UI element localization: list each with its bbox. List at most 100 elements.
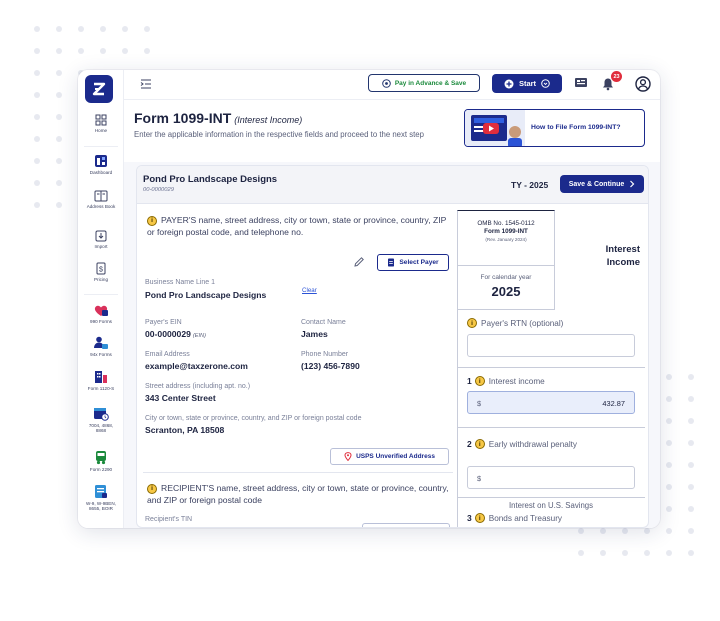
how-to-video-link[interactable]: How to File Form 1099-INT?	[464, 109, 645, 147]
calendar-year-box: For calendar year 2025	[457, 266, 555, 310]
decorative-dot	[600, 550, 606, 556]
box-2-heading: 2 i Early withdrawal penalty	[467, 439, 577, 449]
decorative-dot	[56, 92, 62, 98]
decorative-dot	[34, 180, 40, 186]
decorative-dot	[622, 550, 628, 556]
decorative-dot	[56, 70, 62, 76]
decorative-dot	[666, 374, 672, 380]
payer-ein-subheading: 00-0000029	[143, 187, 174, 193]
decorative-dot	[122, 48, 128, 54]
form-boxes-panel: OMB No. 1545-0112 Form 1099-INT (Rev. Ja…	[457, 210, 645, 527]
info-icon[interactable]: i	[474, 439, 485, 449]
start-button[interactable]: Start	[492, 74, 562, 93]
box-1-label: Interest income	[488, 376, 545, 386]
sidebar-item-label: 990 Forms	[90, 319, 112, 324]
select-payer-label: Select Payer	[399, 259, 439, 266]
ein-tag: (EIN)	[192, 333, 206, 339]
top-bar: Pay in Advance & Save Start 23	[124, 70, 660, 100]
page-description: Enter the applicable information in the …	[134, 130, 424, 139]
info-icon[interactable]: i	[474, 513, 485, 523]
decorative-dot	[56, 26, 62, 32]
sidebar-item-label: Dashboard	[89, 170, 113, 175]
sidebar-item-address-book[interactable]: Address Book	[78, 190, 124, 209]
taxzerone-logo[interactable]	[85, 75, 113, 103]
chevron-right-icon	[630, 180, 635, 188]
pay-in-advance-label: Pay in Advance & Save	[394, 79, 467, 87]
decorative-dot	[34, 114, 40, 120]
sidebar-item-home[interactable]: Home	[78, 114, 124, 133]
save-continue-button[interactable]: Save & Continue	[560, 175, 644, 193]
sidebar-item-label: Pricing	[93, 277, 109, 282]
box-1-heading: 1 i Interest income	[467, 376, 545, 386]
decorative-dot	[666, 484, 672, 490]
email-label: Email Address	[145, 351, 190, 358]
form-card-header: Pond Pro Landscape Designs 00-0000029 TY…	[137, 166, 648, 204]
clear-link[interactable]: Clear	[302, 287, 317, 294]
decorative-dot	[34, 202, 40, 208]
calendar-year-label: For calendar year	[480, 274, 532, 281]
decorative-dot	[644, 528, 650, 534]
interest-income-title: Interest Income	[605, 244, 640, 268]
payer-rtn-input[interactable]	[467, 334, 635, 357]
city-value[interactable]: Scranton, PA 18508	[145, 425, 224, 435]
sidebar-item-import[interactable]: Import	[78, 230, 124, 249]
usps-unverified-address-button[interactable]: USPS Unverified Address	[330, 448, 449, 465]
page-title: Form 1099-INT (Interest Income)	[134, 110, 302, 126]
phone-value[interactable]: (123) 456-7890	[301, 361, 360, 371]
info-icon[interactable]: i	[467, 318, 477, 328]
sidebar-item-extension-forms[interactable]: 7004, 4868, 8868	[78, 406, 124, 434]
info-icon[interactable]: i	[474, 376, 485, 386]
omb-form-name: Form 1099-INT	[484, 228, 528, 235]
decorative-dot	[688, 462, 694, 468]
payer-ein-text: 00-0000029	[145, 329, 191, 339]
payer-section-label: PAYER'S name, street address, city or to…	[147, 215, 447, 237]
pay-in-advance-button[interactable]: Pay in Advance & Save	[368, 74, 480, 92]
email-value[interactable]: example@taxzerone.com	[145, 361, 248, 371]
box-3-heading: 3 i Bonds and Treasury	[467, 513, 562, 523]
video-thumbnail	[465, 110, 525, 146]
start-label: Start	[518, 79, 537, 88]
info-icon[interactable]: i	[147, 483, 157, 494]
payer-ein-value[interactable]: 00-0000029 (EIN)	[145, 329, 206, 339]
early-withdrawal-input[interactable]: $	[467, 466, 635, 489]
form-2290-icon	[96, 451, 106, 465]
990-forms-icon	[94, 305, 108, 316]
collapse-menu-icon[interactable]	[140, 79, 152, 89]
street-value[interactable]: 343 Center Street	[145, 393, 216, 403]
decorative-dot	[34, 158, 40, 164]
info-icon[interactable]: i	[147, 215, 157, 226]
decorative-dot	[666, 440, 672, 446]
pencil-edit-icon[interactable]	[353, 256, 365, 268]
sidebar-item-w9-forms[interactable]: W-9, W-9BEN, 8655, BOIR	[78, 484, 124, 512]
decorative-dot	[144, 48, 150, 54]
page-header: Form 1099-INT (Interest Income) Enter the…	[124, 101, 660, 162]
chat-icon[interactable]	[574, 77, 588, 90]
business-name-value[interactable]: Pond Pro Landscape Designs	[145, 290, 266, 300]
decorative-dot	[666, 418, 672, 424]
decorative-dot	[688, 418, 694, 424]
sidebar-item-990-forms[interactable]: 990 Forms	[78, 304, 124, 324]
user-avatar-icon[interactable]	[635, 76, 651, 92]
sidebar-item-form-2290[interactable]: Form 2290	[78, 450, 124, 472]
decorative-dot	[34, 136, 40, 142]
sidebar-item-label: Home	[94, 128, 108, 133]
usps-label: USPS Unverified Address	[356, 453, 435, 460]
form-title-text: Form 1099-INT	[134, 110, 232, 126]
chevron-down-icon	[541, 79, 550, 88]
decorative-dot	[56, 114, 62, 120]
sidebar-item-label: Form 1120-S	[87, 386, 115, 391]
decorative-dot	[34, 48, 40, 54]
select-payer-button[interactable]: Select Payer	[377, 254, 449, 271]
form-subtitle: (Interest Income)	[234, 115, 303, 125]
decorative-dot	[56, 48, 62, 54]
contact-name-value[interactable]: James	[301, 329, 328, 339]
currency-symbol: $	[477, 399, 482, 408]
sidebar-item-label: Form 2290	[89, 467, 113, 472]
sidebar-item-dashboard[interactable]: Dashboard	[78, 154, 124, 175]
decorative-dot	[688, 506, 694, 512]
interest-income-input[interactable]: $ 432.87	[467, 391, 635, 414]
select-recipient-button[interactable]	[362, 523, 450, 527]
sidebar-item-94x-forms[interactable]: 94x Forms	[78, 336, 124, 357]
sidebar-item-pricing[interactable]: $ Pricing	[78, 262, 124, 282]
sidebar-item-form-1120s[interactable]: Form 1120-S	[78, 370, 124, 391]
